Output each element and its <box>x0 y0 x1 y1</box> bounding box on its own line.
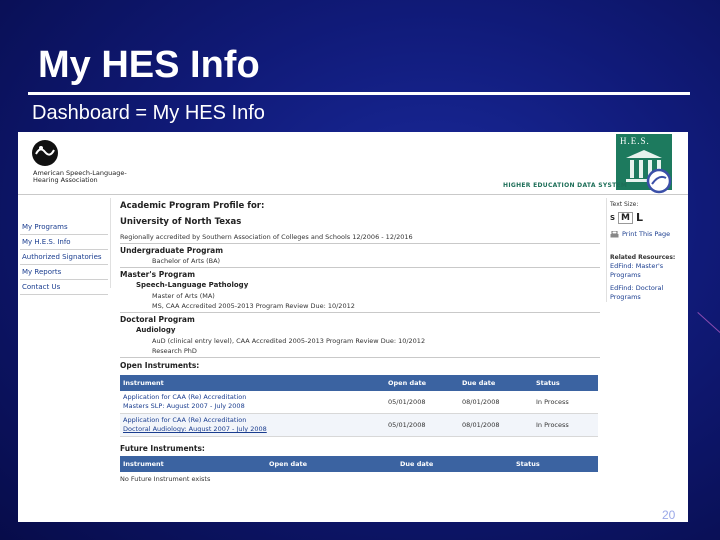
nav-item-my-hes-info[interactable]: My H.E.S. Info <box>20 235 108 250</box>
asha-name: American Speech-Language-Hearing Associa… <box>33 169 127 184</box>
instrument-period[interactable]: Doctoral Audiology: August 2007 - July 2… <box>123 425 382 434</box>
print-control[interactable]: Print This Page <box>610 230 684 239</box>
embedded-web-page: American Speech-Language-Hearing Associa… <box>18 132 688 522</box>
section-divider <box>120 267 600 268</box>
col-open-date: Open date <box>266 456 397 472</box>
status-cell: In Process <box>533 413 598 437</box>
col-open-date: Open date <box>385 375 459 391</box>
edfind-masters-link[interactable]: EdFind: Master's Programs <box>610 262 684 280</box>
text-size-medium[interactable]: M <box>618 211 634 224</box>
nav-divider <box>110 198 111 288</box>
col-instrument: Instrument <box>120 456 266 472</box>
instrument-cell: Application for CAA (Re) Accreditation M… <box>120 391 385 414</box>
table-header-row: Instrument Open date Due date Status <box>120 375 598 391</box>
edfind-doctoral-link[interactable]: EdFind: Doctoral Programs <box>610 284 684 302</box>
text-size-controls: S M L <box>610 211 684 224</box>
col-status: Status <box>533 375 598 391</box>
due-date-cell: 08/01/2008 <box>459 413 533 437</box>
masters-area: Speech-Language Pathology <box>136 281 249 289</box>
doctoral-title: Doctoral Program <box>120 315 195 324</box>
asha-logo-icon <box>32 140 58 166</box>
table-row[interactable]: Application for CAA (Re) Accreditation D… <box>120 413 598 437</box>
globe-icon <box>646 168 672 194</box>
nav-item-my-reports[interactable]: My Reports <box>20 265 108 280</box>
web-header: American Speech-Language-Hearing Associa… <box>18 132 688 196</box>
undergrad-title: Undergraduate Program <box>120 246 224 255</box>
due-date-cell: 08/01/2008 <box>459 391 533 414</box>
text-size-label: Text Size: <box>610 201 639 208</box>
slide-subtitle: Dashboard = My HES Info <box>32 102 265 124</box>
hes-logo-text: H.E.S. <box>620 136 650 146</box>
instrument-link[interactable]: Application for CAA (Re) Accreditation <box>123 416 382 425</box>
university-name: University of North Texas <box>120 217 242 227</box>
page-number: 20 <box>662 508 676 522</box>
col-due-date: Due date <box>459 375 533 391</box>
instrument-cell: Application for CAA (Re) Accreditation D… <box>120 413 385 437</box>
instrument-period[interactable]: Masters SLP: August 2007 - July 2008 <box>123 402 382 411</box>
slide-title: My HES Info <box>38 44 260 86</box>
table-header-row: Instrument Open date Due date Status <box>120 456 598 472</box>
future-instruments-table: Instrument Open date Due date Status <box>120 456 598 472</box>
main-content: Academic Program Profile for: University… <box>120 200 600 484</box>
printer-icon <box>610 230 619 237</box>
col-status: Status <box>513 456 598 472</box>
doctoral-area: Audiology <box>136 326 176 334</box>
open-date-cell: 05/01/2008 <box>385 391 459 414</box>
text-size-small[interactable]: S <box>610 214 615 222</box>
col-due-date: Due date <box>397 456 513 472</box>
col-instrument: Instrument <box>120 375 385 391</box>
nav-item-authorized-signatories[interactable]: Authorized Signatories <box>20 250 108 265</box>
asha-logo[interactable]: American Speech-Language-Hearing Associa… <box>30 138 130 194</box>
doctoral-research: Research PhD <box>152 347 197 355</box>
section-divider <box>120 243 600 244</box>
future-instruments-title: Future Instruments: <box>120 444 205 453</box>
future-empty-message: No Future Instrument exists <box>120 475 211 483</box>
right-sidebar: Text Size: S M L Print This Page Related… <box>610 200 684 302</box>
related-resources-title: Related Resources: <box>610 254 676 261</box>
header-divider <box>18 194 688 195</box>
section-divider <box>120 312 600 313</box>
undergrad-degree: Bachelor of Arts (BA) <box>152 257 221 265</box>
text-size-large[interactable]: L <box>636 211 643 224</box>
system-name: HIGHER EDUCATION DATA SYSTEM <box>503 182 628 189</box>
status-cell: In Process <box>533 391 598 414</box>
open-instruments-title: Open Instruments: <box>120 361 200 370</box>
right-divider <box>606 198 607 302</box>
masters-degree: Master of Arts (MA) <box>152 292 215 300</box>
open-instruments-table: Instrument Open date Due date Status App… <box>120 375 598 437</box>
decorative-line <box>697 312 720 340</box>
section-divider <box>120 357 600 358</box>
nav-item-my-programs[interactable]: My Programs <box>20 220 108 235</box>
table-row[interactable]: Application for CAA (Re) Accreditation M… <box>120 391 598 414</box>
profile-heading: Academic Program Profile for: <box>120 201 265 211</box>
instrument-link[interactable]: Application for CAA (Re) Accreditation <box>123 393 382 402</box>
doctoral-detail: AuD (clinical entry level), CAA Accredit… <box>152 337 426 345</box>
masters-title: Master's Program <box>120 270 196 279</box>
accreditation-text: Regionally accredited by Southern Associ… <box>120 233 413 241</box>
masters-detail: MS, CAA Accredited 2005-2013 Program Rev… <box>152 302 355 310</box>
print-page-link[interactable]: Print This Page <box>622 230 670 239</box>
open-date-cell: 05/01/2008 <box>385 413 459 437</box>
left-nav: My Programs My H.E.S. Info Authorized Si… <box>20 220 108 295</box>
title-divider <box>28 92 690 95</box>
nav-item-contact-us[interactable]: Contact Us <box>20 280 108 295</box>
